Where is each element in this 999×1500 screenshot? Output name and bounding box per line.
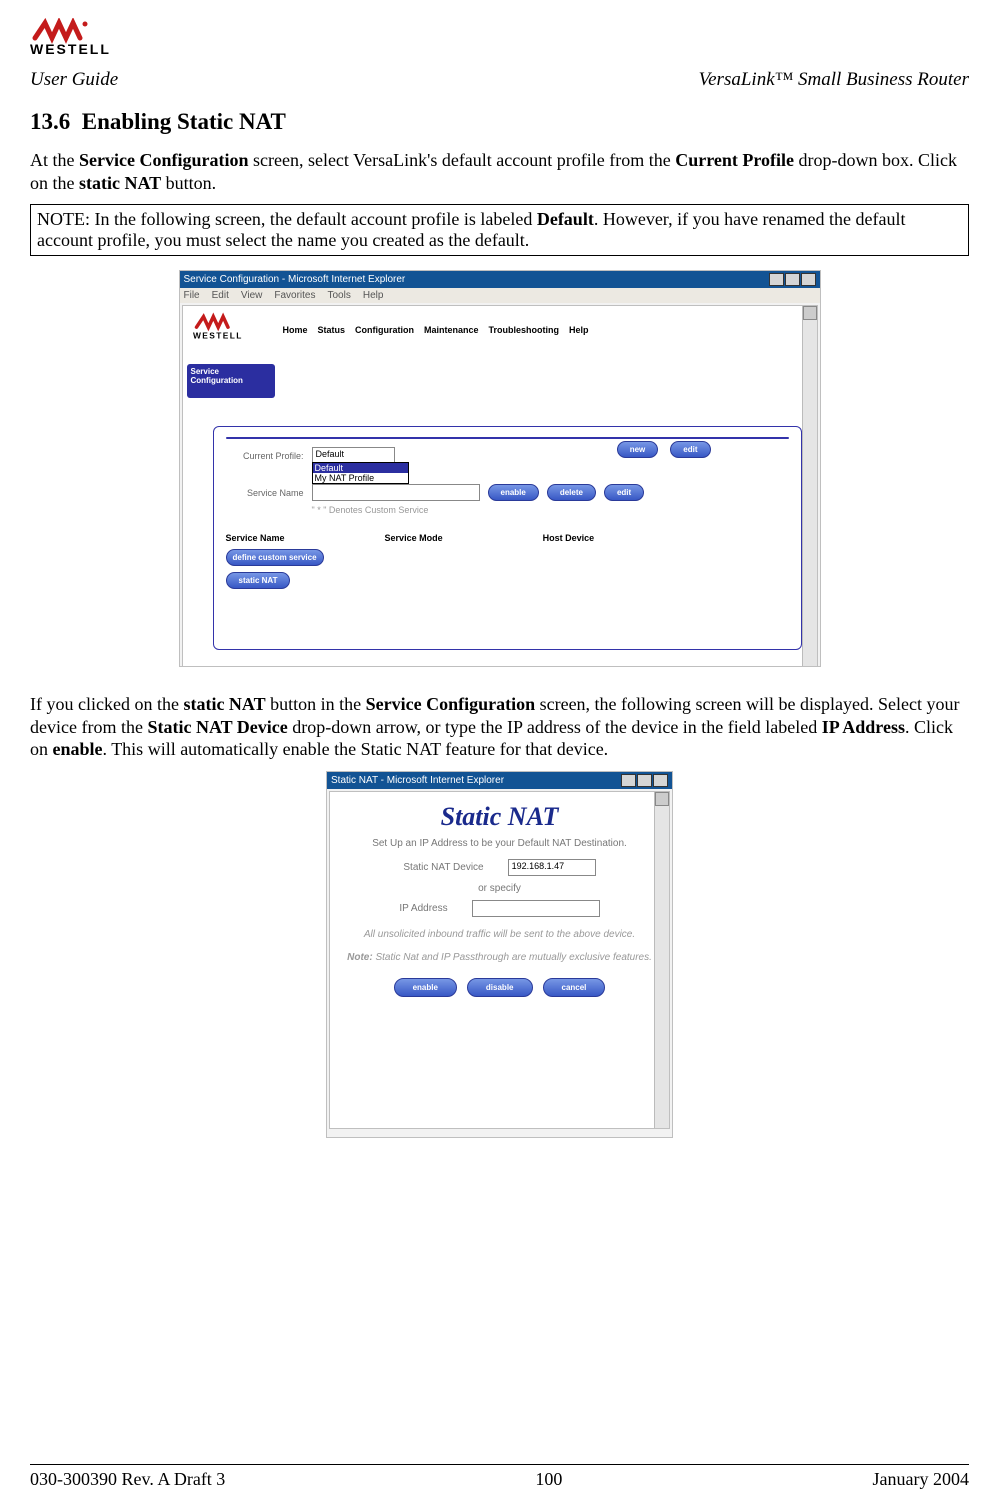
nav-home[interactable]: Home [283,325,308,335]
col-host-device: Host Device [543,533,595,543]
screenshot-static-nat: Static NAT - Microsoft Internet Explorer… [326,771,673,1138]
menu-edit[interactable]: Edit [212,290,229,301]
doc-revision: 030-300390 Rev. A Draft 3 [30,1469,225,1490]
col-service-mode: Service Mode [385,533,443,543]
menu-file[interactable]: File [184,290,200,301]
disable-button[interactable]: disable [467,978,533,997]
window-title-2: Static NAT - Microsoft Internet Explorer [331,775,504,786]
doc-type-label: User Guide [30,69,130,91]
screenshot-service-config: Service Configuration - Microsoft Intern… [179,270,821,667]
tab-service-config[interactable]: Service Configuration [187,364,275,398]
browser-menubar: File Edit View Favorites Tools Help [180,288,820,303]
dropdown-option-default[interactable]: Default [313,463,408,473]
close-icon[interactable] [801,273,816,286]
close-icon[interactable] [653,774,668,787]
page-number: 100 [535,1469,562,1490]
dropdown-option-mynat[interactable]: My NAT Profile [313,473,408,483]
ip-address-label: IP Address [399,903,447,914]
delete-service-button[interactable]: delete [547,484,596,501]
nav-configuration[interactable]: Configuration [355,325,414,335]
dialog-heading: Static NAT [344,802,655,832]
scrollbar[interactable] [654,792,669,1128]
brand-logo: WESTELL User Guide [30,18,130,91]
second-paragraph: If you clicked on the static NAT button … [30,693,969,761]
enable-button[interactable]: enable [394,978,457,997]
scroll-up-icon[interactable] [803,306,817,320]
menu-help[interactable]: Help [363,290,384,301]
window-titlebar: Service Configuration - Microsoft Intern… [180,271,820,288]
window-titlebar-2: Static NAT - Microsoft Internet Explorer [327,772,672,789]
dialog-note-2: Note: Static Nat and IP Passthrough are … [344,951,655,964]
note-box: NOTE: In the following screen, the defau… [30,204,969,256]
profile-dropdown-list[interactable]: Default My NAT Profile [312,462,409,484]
dialog-note-1: All unsolicited inbound traffic will be … [344,928,655,941]
cancel-button[interactable]: cancel [543,978,606,997]
minimize-icon[interactable] [621,774,636,787]
service-name-select[interactable] [312,484,480,501]
edit-service-button[interactable]: edit [604,484,644,501]
svg-text:WESTELL: WESTELL [30,41,111,57]
define-custom-service-button[interactable]: define custom service [226,549,324,566]
scroll-up-icon[interactable] [655,792,669,806]
menu-view[interactable]: View [241,290,263,301]
static-nat-button[interactable]: static NAT [226,572,291,589]
menu-favorites[interactable]: Favorites [274,290,315,301]
section-heading: 13.6 Enabling Static NAT [30,109,969,135]
westell-logo-icon: WESTELL [193,312,263,348]
scrollbar[interactable] [802,306,817,666]
nav-status[interactable]: Status [318,325,346,335]
minimize-icon[interactable] [769,273,784,286]
window-title: Service Configuration - Microsoft Intern… [184,274,406,285]
ip-address-input[interactable] [472,900,600,917]
nav-maintenance[interactable]: Maintenance [424,325,479,335]
maximize-icon[interactable] [637,774,652,787]
enable-service-button[interactable]: enable [488,484,539,501]
nav-troubleshooting[interactable]: Troubleshooting [489,325,560,335]
page-footer: 030-300390 Rev. A Draft 3 100 January 20… [30,1464,969,1490]
static-nat-device-select[interactable]: 192.168.1.47 [508,859,596,876]
maximize-icon[interactable] [785,273,800,286]
menu-tools[interactable]: Tools [327,290,350,301]
product-name: VersaLink™ Small Business Router [699,69,969,91]
col-service-name: Service Name [226,533,285,543]
or-specify-label: or specify [344,883,655,894]
svg-text:WESTELL: WESTELL [193,330,243,340]
current-profile-label: Current Profile: [226,451,304,461]
nav-help[interactable]: Help [569,325,589,335]
service-name-label: Service Name [226,488,304,498]
custom-service-note: " * " Denotes Custom Service [312,505,429,515]
static-nat-device-label: Static NAT Device [403,862,483,873]
dialog-subtext: Set Up an IP Address to be your Default … [344,838,655,849]
intro-paragraph: At the Service Configuration screen, sel… [30,149,969,194]
doc-date: January 2004 [873,1469,969,1490]
